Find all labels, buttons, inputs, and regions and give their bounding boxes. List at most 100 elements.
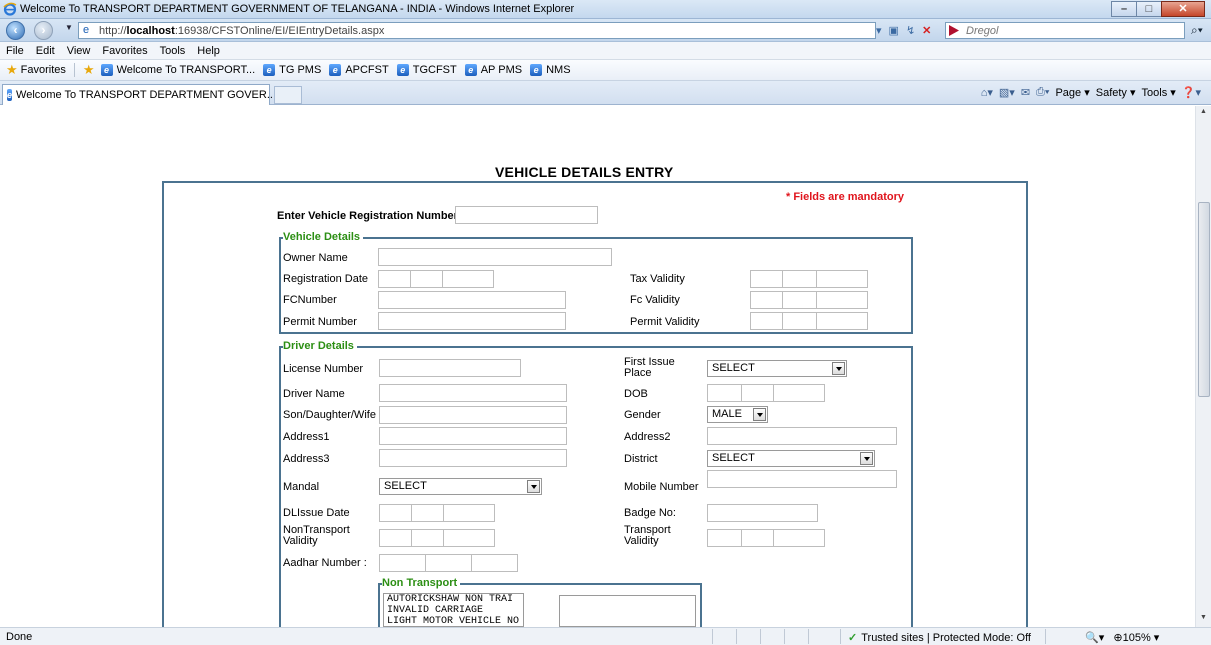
dob-year[interactable] bbox=[773, 384, 825, 402]
nontransport-validity-day[interactable] bbox=[379, 529, 412, 547]
registration-date-month[interactable] bbox=[410, 270, 443, 288]
back-button[interactable]: ‹ bbox=[6, 21, 25, 40]
dl-issue-date-month[interactable] bbox=[411, 504, 444, 522]
tax-validity-year[interactable] bbox=[816, 270, 868, 288]
vertical-scrollbar[interactable]: ▲ ▼ bbox=[1195, 106, 1211, 627]
favorites-button[interactable]: Favorites bbox=[21, 64, 66, 76]
nontransport-validity-year[interactable] bbox=[443, 529, 495, 547]
badge-no-label: Badge No: bbox=[624, 507, 676, 519]
list-item[interactable]: LIGHT MOTOR VEHICLE NO bbox=[387, 616, 523, 626]
license-number-label: License Number bbox=[283, 363, 364, 375]
list-item[interactable]: AUTORICKSHAW NON TRAI bbox=[387, 594, 523, 605]
address1-input[interactable] bbox=[379, 427, 567, 445]
transport-validity-day[interactable] bbox=[707, 529, 742, 547]
chevron-down-icon bbox=[860, 452, 873, 465]
tab-active[interactable]: e Welcome To TRANSPORT DEPARTMENT GOVER.… bbox=[2, 84, 276, 105]
refresh-icon[interactable]: ↯ bbox=[906, 24, 915, 37]
dob-month[interactable] bbox=[741, 384, 774, 402]
minimize-button[interactable]: – bbox=[1111, 1, 1137, 17]
close-button[interactable]: ✕ bbox=[1161, 1, 1205, 17]
fav-link-transport[interactable]: e Welcome To TRANSPORT... bbox=[100, 64, 255, 76]
maximize-icon: □ bbox=[1145, 3, 1153, 15]
fav-link-tgcfst[interactable]: e TGCFST bbox=[396, 64, 457, 76]
fc-validity-day[interactable] bbox=[750, 291, 783, 309]
fav-link-ap-pms[interactable]: e AP PMS bbox=[464, 64, 522, 76]
permit-validity-year[interactable] bbox=[816, 312, 868, 330]
list-item[interactable]: INVALID CARRIAGE bbox=[387, 605, 523, 616]
menu-tools[interactable]: Tools bbox=[160, 45, 186, 57]
safety-menu[interactable]: Safety ▾ bbox=[1096, 86, 1136, 99]
print-icon[interactable]: ⎙▾ bbox=[1036, 86, 1049, 99]
license-number-input[interactable] bbox=[379, 359, 521, 377]
fav-link-apcfst[interactable]: e APCFST bbox=[329, 64, 389, 76]
nontransport-validity-month[interactable] bbox=[411, 529, 444, 547]
permit-validity-day[interactable] bbox=[750, 312, 783, 330]
vehicle-details-legend: Vehicle Details bbox=[283, 231, 364, 243]
zoom-control[interactable]: 🔍▾ ⊕105% ▾ bbox=[1085, 631, 1159, 644]
search-icon[interactable]: ⌕▾ bbox=[1191, 23, 1203, 38]
driver-name-input[interactable] bbox=[379, 384, 567, 402]
mandal-select[interactable]: SELECT bbox=[379, 478, 542, 495]
new-tab-button[interactable] bbox=[274, 86, 302, 104]
tax-validity-day[interactable] bbox=[750, 270, 783, 288]
mobile-number-input[interactable] bbox=[707, 470, 897, 488]
first-issue-place-select[interactable]: SELECT bbox=[707, 360, 847, 377]
menu-favorites[interactable]: Favorites bbox=[102, 45, 147, 57]
relation-name-input[interactable] bbox=[379, 406, 567, 424]
registration-number-input[interactable] bbox=[455, 206, 598, 224]
menu-edit[interactable]: Edit bbox=[36, 45, 55, 57]
url-dropdown-icon[interactable]: ▾ bbox=[876, 24, 882, 37]
menu-file[interactable]: File bbox=[6, 45, 24, 57]
help-icon[interactable]: ❓▾ bbox=[1182, 86, 1201, 99]
tax-validity-label: Tax Validity bbox=[630, 273, 685, 285]
stop-icon[interactable]: ✕ bbox=[922, 24, 931, 37]
scroll-up-icon[interactable]: ▲ bbox=[1200, 108, 1207, 115]
transport-validity-year[interactable] bbox=[773, 529, 825, 547]
menu-view[interactable]: View bbox=[67, 45, 91, 57]
fc-number-input[interactable] bbox=[378, 291, 566, 309]
fc-validity-month[interactable] bbox=[782, 291, 817, 309]
permit-number-input[interactable] bbox=[378, 312, 566, 330]
maximize-button[interactable]: □ bbox=[1136, 1, 1162, 17]
forward-button[interactable]: › bbox=[34, 21, 53, 40]
mail-icon[interactable]: ✉ bbox=[1021, 86, 1030, 99]
add-favorite-icon[interactable]: ★ bbox=[83, 62, 95, 78]
tools-menu[interactable]: Tools ▾ bbox=[1142, 86, 1176, 99]
search-input[interactable]: Dregol bbox=[945, 22, 1185, 39]
aadhar-part1[interactable] bbox=[379, 554, 426, 572]
url-input[interactable]: e http://localhost:16938/CFSTOnline/EI/E… bbox=[78, 22, 876, 39]
favorites-bar: ★ Favorites ★ e Welcome To TRANSPORT... e… bbox=[0, 60, 1211, 81]
badge-no-input[interactable] bbox=[707, 504, 818, 522]
aadhar-part2[interactable] bbox=[425, 554, 472, 572]
scroll-down-icon[interactable]: ▼ bbox=[1200, 614, 1207, 621]
non-transport-list[interactable]: AUTORICKSHAW NON TRAI INVALID CARRIAGE L… bbox=[383, 593, 524, 627]
tax-validity-month[interactable] bbox=[782, 270, 817, 288]
permit-validity-label: Permit Validity bbox=[630, 316, 700, 328]
dl-issue-date-day[interactable] bbox=[379, 504, 412, 522]
aadhar-part3[interactable] bbox=[471, 554, 518, 572]
fav-link-nms[interactable]: e NMS bbox=[530, 64, 571, 76]
security-zone[interactable]: ✓ Trusted sites | Protected Mode: Off bbox=[848, 631, 1031, 644]
non-transport-selected-list[interactable] bbox=[559, 595, 696, 627]
dob-day[interactable] bbox=[707, 384, 742, 402]
registration-date-day[interactable] bbox=[378, 270, 411, 288]
owner-name-input[interactable] bbox=[378, 248, 612, 266]
gender-select[interactable]: MALE bbox=[707, 406, 768, 423]
permit-validity-month[interactable] bbox=[782, 312, 817, 330]
registration-date-year[interactable] bbox=[442, 270, 494, 288]
compatibility-view-icon[interactable]: ▣ bbox=[889, 24, 899, 37]
transport-validity-month[interactable] bbox=[741, 529, 774, 547]
fav-link-tg-pms[interactable]: e TG PMS bbox=[263, 64, 321, 76]
scroll-thumb[interactable] bbox=[1198, 202, 1210, 397]
district-select[interactable]: SELECT bbox=[707, 450, 875, 467]
url-text: http://localhost:16938/CFSTOnline/EI/EIE… bbox=[99, 25, 385, 37]
address3-input[interactable] bbox=[379, 449, 567, 467]
address2-input[interactable] bbox=[707, 427, 897, 445]
history-dropdown-icon[interactable]: ▼ bbox=[65, 23, 73, 32]
dl-issue-date-year[interactable] bbox=[443, 504, 495, 522]
feeds-icon[interactable]: ▧▾ bbox=[999, 86, 1015, 99]
page-menu[interactable]: Page ▾ bbox=[1055, 86, 1089, 99]
fc-validity-year[interactable] bbox=[816, 291, 868, 309]
menu-help[interactable]: Help bbox=[197, 45, 220, 57]
home-icon[interactable]: ⌂▾ bbox=[981, 86, 993, 99]
